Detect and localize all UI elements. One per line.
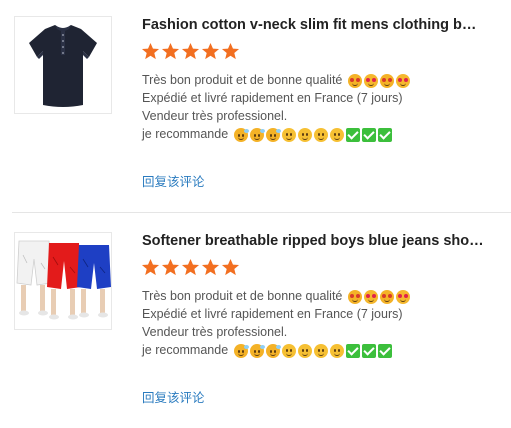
review-divider	[12, 212, 511, 213]
star-icon	[181, 258, 200, 276]
emoji-row	[346, 288, 410, 306]
review-line: Vendeur très professionel.	[142, 325, 288, 339]
star-icon	[221, 258, 240, 276]
review-line-text: je recommande	[142, 343, 229, 357]
emoji-row	[232, 342, 392, 360]
star-struck-icon	[379, 289, 394, 304]
review-line-text: je recommande	[142, 127, 229, 141]
review-line: Vendeur très professionel.	[142, 109, 288, 123]
star-struck-icon	[347, 289, 362, 304]
review-line-text: Très bon produit et de bonne qualité	[142, 289, 343, 303]
product-thumbnail[interactable]	[14, 232, 112, 330]
hot-face-icon	[233, 343, 249, 358]
review-text: Très bon produit et de bonne qualité Exp…	[142, 71, 502, 143]
smiling-face-icon	[297, 127, 312, 142]
hot-face-icon	[249, 127, 265, 142]
product-thumbnail[interactable]	[14, 16, 112, 114]
emoji-row	[232, 126, 392, 144]
product-title[interactable]: Fashion cotton v-neck slim fit mens clot…	[142, 16, 487, 34]
review-text: Très bon produit et de bonne qualité Exp…	[142, 287, 502, 359]
star-icon	[141, 42, 160, 60]
check-mark-icon	[377, 343, 392, 358]
review-line: Très bon produit et de bonne qualité	[142, 287, 502, 305]
check-mark-icon	[361, 343, 376, 358]
rating-stars	[141, 42, 240, 62]
rating-stars	[141, 258, 240, 278]
navy-polo-shirt-image	[15, 17, 111, 113]
review-line: Expédié et livré rapidement en France (7…	[142, 91, 403, 105]
hot-face-icon	[265, 127, 281, 142]
star-icon	[181, 42, 200, 60]
review-line: Très bon produit et de bonne qualité	[142, 71, 502, 89]
star-icon	[161, 42, 180, 60]
smiling-face-icon	[313, 127, 328, 142]
smiling-face-icon	[313, 343, 328, 358]
smiling-face-icon	[329, 343, 344, 358]
reply-to-review-link[interactable]: 回复该评论	[142, 174, 205, 190]
reply-to-review-link[interactable]: 回复该评论	[142, 390, 205, 406]
smiling-face-icon	[281, 127, 296, 142]
review-line: je recommande	[142, 341, 502, 359]
smiling-face-icon	[281, 343, 296, 358]
star-struck-icon	[379, 73, 394, 88]
review-line: je recommande	[142, 125, 502, 143]
heart-eyes-icon	[395, 289, 410, 304]
emoji-row	[346, 72, 410, 90]
review-line-text: Très bon produit et de bonne qualité	[142, 73, 343, 87]
check-mark-icon	[345, 343, 360, 358]
star-icon	[221, 42, 240, 60]
heart-eyes-icon	[363, 73, 378, 88]
star-icon	[201, 42, 220, 60]
check-mark-icon	[361, 127, 376, 142]
star-icon	[161, 258, 180, 276]
check-mark-icon	[377, 127, 392, 142]
review-item: Fashion cotton v-neck slim fit mens clot…	[0, 0, 511, 212]
smiling-face-icon	[329, 127, 344, 142]
product-title[interactable]: Softener breathable ripped boys blue jea…	[142, 232, 487, 250]
star-icon	[201, 258, 220, 276]
ripped-denim-shorts-image	[15, 233, 111, 329]
review-item: Softener breathable ripped boys blue jea…	[0, 216, 511, 428]
hot-face-icon	[265, 343, 281, 358]
heart-eyes-icon	[363, 289, 378, 304]
review-line: Expédié et livré rapidement en France (7…	[142, 307, 403, 321]
heart-eyes-icon	[395, 73, 410, 88]
star-icon	[141, 258, 160, 276]
hot-face-icon	[233, 127, 249, 142]
hot-face-icon	[249, 343, 265, 358]
star-struck-icon	[347, 73, 362, 88]
check-mark-icon	[345, 127, 360, 142]
smiling-face-icon	[297, 343, 312, 358]
